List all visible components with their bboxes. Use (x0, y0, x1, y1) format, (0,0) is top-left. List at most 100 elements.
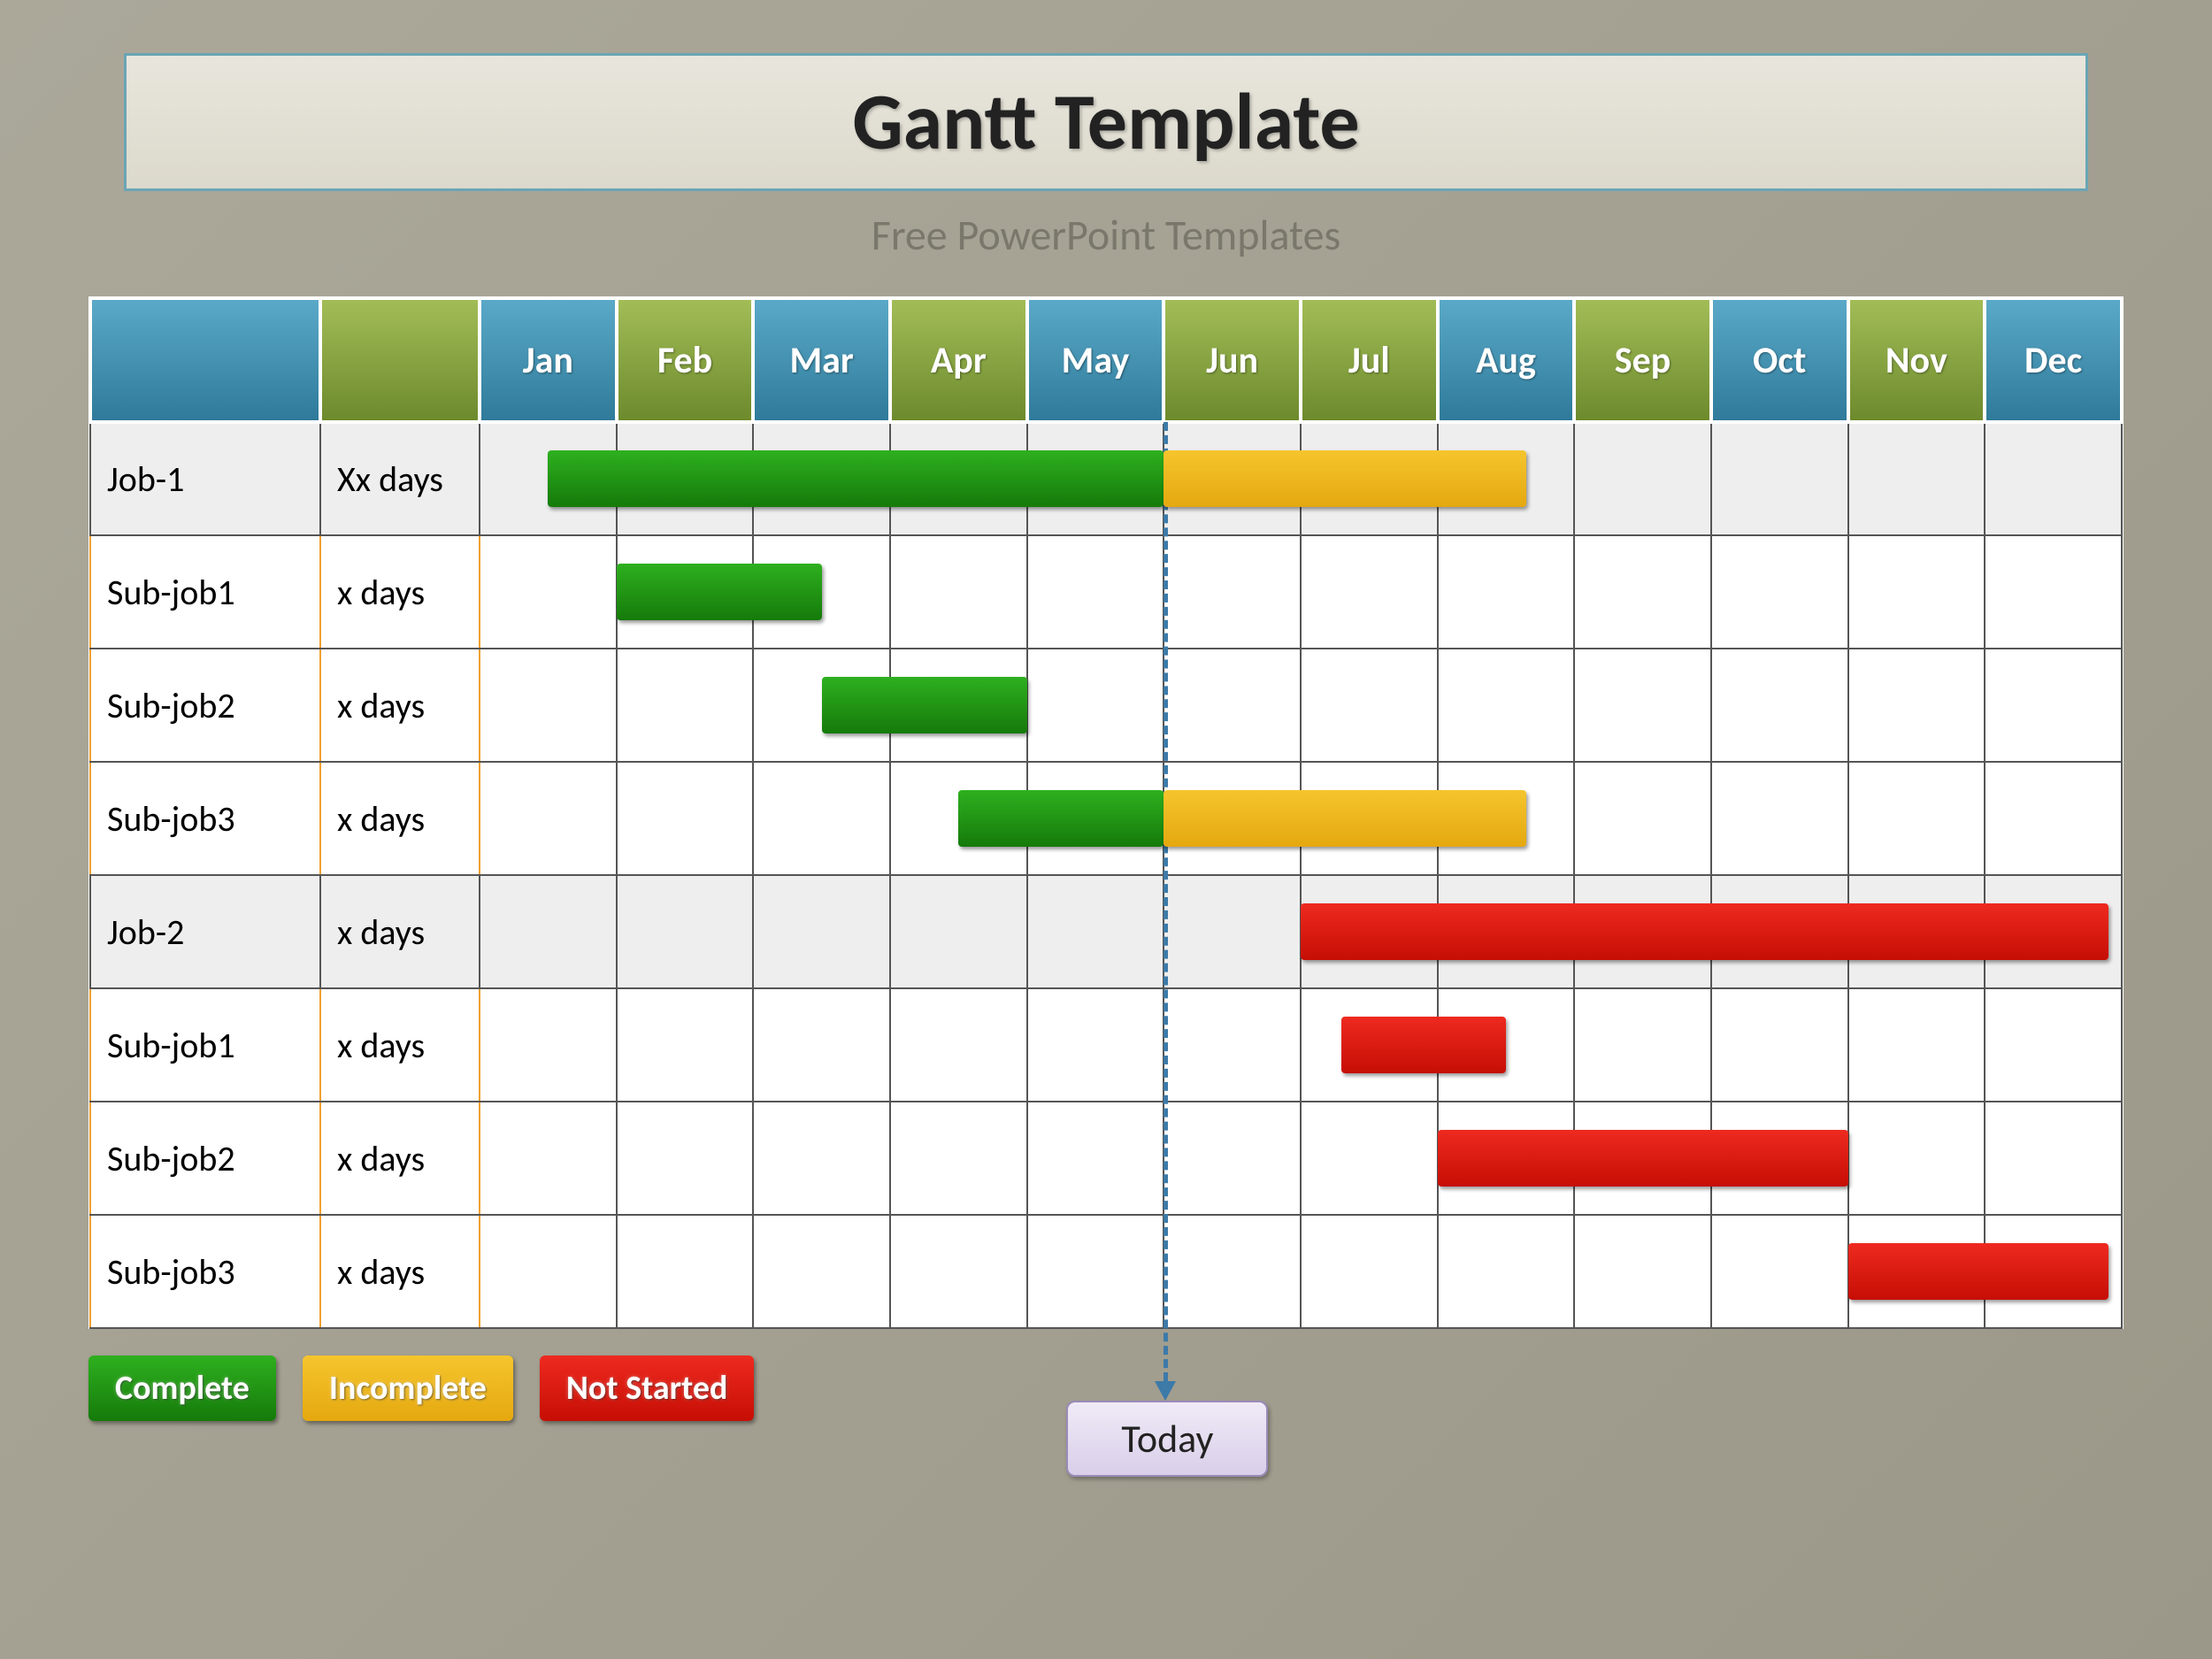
month-cell (1301, 1102, 1438, 1215)
month-cell (753, 875, 890, 988)
header-month: Jul (1301, 298, 1438, 422)
month-cell (1848, 988, 1985, 1102)
month-cell (1301, 649, 1438, 762)
header-month: Dec (1985, 298, 2122, 422)
month-cell (1164, 649, 1301, 762)
header-month: Jun (1164, 298, 1301, 422)
title-box: Gantt Template (124, 53, 2088, 191)
month-cell (617, 762, 754, 875)
month-cell (480, 1102, 617, 1215)
month-cell (1027, 1215, 1164, 1328)
month-cell (617, 1215, 754, 1328)
month-cell (1301, 1215, 1438, 1328)
gantt-bar (1438, 1130, 1848, 1187)
month-cell (1574, 988, 1711, 1102)
month-cell (753, 1215, 890, 1328)
header-month: Oct (1711, 298, 1848, 422)
task-duration: x days (320, 1215, 480, 1328)
month-cell (753, 988, 890, 1102)
month-cell (1985, 988, 2122, 1102)
month-cell (1027, 535, 1164, 649)
gantt-bar (822, 677, 1027, 733)
month-cell (480, 649, 617, 762)
month-cell (1711, 1215, 1848, 1328)
header-task (90, 298, 320, 422)
gantt-bar (1301, 903, 2108, 960)
subjob-row: Sub-job2x days (90, 649, 2122, 762)
month-cell (1164, 1215, 1301, 1328)
task-duration: Xx days (320, 422, 480, 535)
month-cell (1438, 649, 1575, 762)
task-name: Job-2 (90, 875, 320, 988)
chevron-down-icon (1155, 1381, 1176, 1401)
month-cell (1711, 649, 1848, 762)
month-cell (753, 1102, 890, 1215)
month-cell (890, 988, 1027, 1102)
month-cell (1848, 649, 1985, 762)
task-duration: x days (320, 875, 480, 988)
month-cell (1574, 649, 1711, 762)
month-cell (1027, 988, 1164, 1102)
month-cell (1985, 649, 2122, 762)
header-duration (320, 298, 480, 422)
subjob-row: Sub-job3x days (90, 1215, 2122, 1328)
task-name: Sub-job3 (90, 762, 320, 875)
month-cell (1027, 1102, 1164, 1215)
month-cell (1848, 762, 1985, 875)
month-cell (1574, 1215, 1711, 1328)
month-cell (1438, 1215, 1575, 1328)
month-cell (1985, 762, 2122, 875)
gantt-bar (617, 564, 822, 620)
gantt-bar (1164, 450, 1526, 507)
gantt-chart: JanFebMarAprMayJunJulAugSepOctNovDec Job… (88, 296, 2124, 1329)
task-duration: x days (320, 1102, 480, 1215)
task-name: Sub-job2 (90, 1102, 320, 1215)
gantt-bar (958, 790, 1164, 847)
subjob-row: Sub-job1x days (90, 988, 2122, 1102)
header-month: Mar (753, 298, 890, 422)
month-cell (890, 1102, 1027, 1215)
subjob-row: Sub-job1x days (90, 535, 2122, 649)
gantt-bar (1164, 790, 1526, 847)
month-cell (1164, 988, 1301, 1102)
header-month: Apr (890, 298, 1027, 422)
header-month: May (1027, 298, 1164, 422)
month-cell (617, 1102, 754, 1215)
gantt-bar (548, 450, 1164, 507)
task-name: Sub-job2 (90, 649, 320, 762)
month-cell (1164, 875, 1301, 988)
legend-not-started: Not Started (540, 1356, 755, 1421)
month-cell (1711, 535, 1848, 649)
task-duration: x days (320, 762, 480, 875)
header-month: Jan (480, 298, 617, 422)
task-name: Sub-job3 (90, 1215, 320, 1328)
gantt-bar (1341, 1017, 1506, 1073)
legend-incomplete: Incomplete (303, 1356, 513, 1421)
task-duration: x days (320, 649, 480, 762)
month-cell (1164, 535, 1301, 649)
header-row: JanFebMarAprMayJunJulAugSepOctNovDec (90, 298, 2122, 422)
month-cell (1711, 762, 1848, 875)
header-month: Feb (617, 298, 754, 422)
slide: Gantt Template Free PowerPoint Templates… (0, 0, 2212, 1659)
month-cell (1164, 1102, 1301, 1215)
month-cell (1711, 422, 1848, 535)
task-duration: x days (320, 988, 480, 1102)
header-month: Nov (1848, 298, 1985, 422)
month-cell (480, 1215, 617, 1328)
month-cell (1301, 535, 1438, 649)
month-cell (617, 875, 754, 988)
task-name: Sub-job1 (90, 988, 320, 1102)
month-cell (753, 762, 890, 875)
month-cell (617, 988, 754, 1102)
month-cell (1027, 649, 1164, 762)
subtitle: Free PowerPoint Templates (88, 209, 2124, 261)
month-cell (1985, 1102, 2122, 1215)
month-cell (1848, 535, 1985, 649)
legend-complete: Complete (88, 1356, 276, 1421)
month-cell (1711, 988, 1848, 1102)
month-cell (480, 535, 617, 649)
gantt-bar (1848, 1243, 2108, 1300)
month-cell (1848, 1102, 1985, 1215)
month-cell (890, 875, 1027, 988)
